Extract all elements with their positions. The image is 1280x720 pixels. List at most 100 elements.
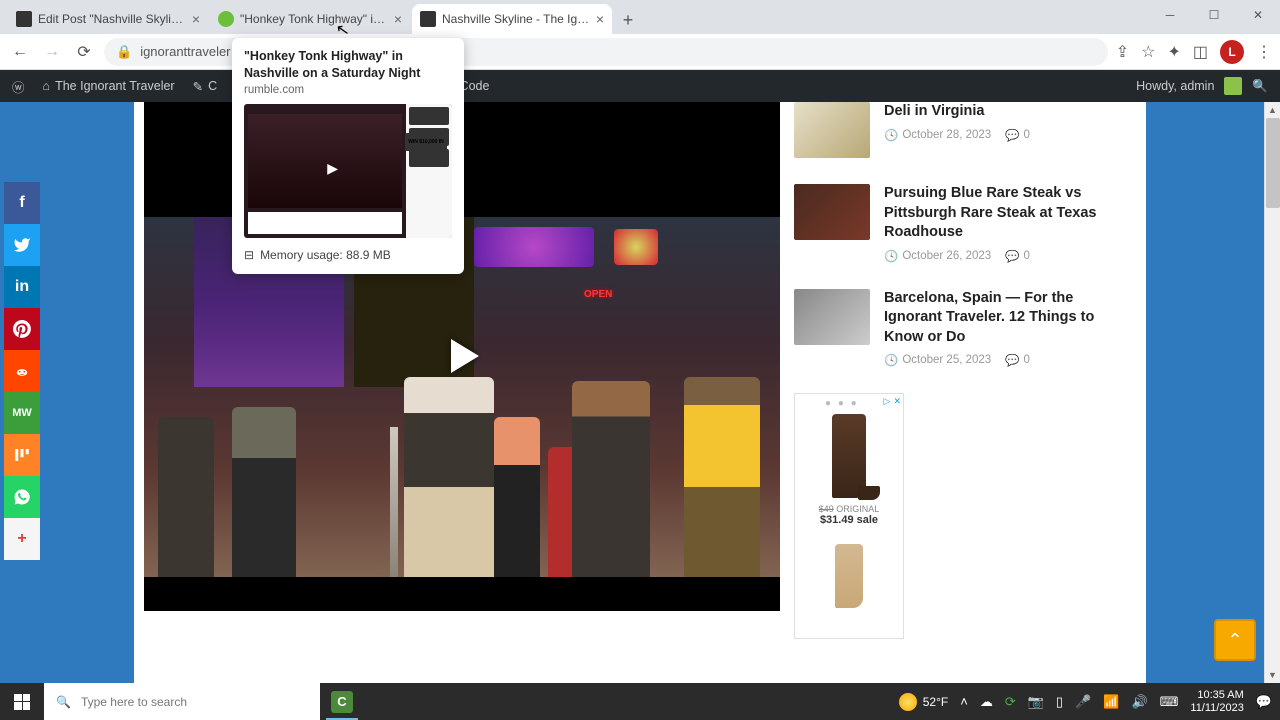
preview-title: "Honkey Tonk Highway" in Nashville on a … (232, 38, 464, 84)
post-title: Barcelona, Spain — For the Ignorant Trav… (884, 289, 1126, 348)
comment-icon: 💬 (1005, 128, 1019, 142)
pinterest-share[interactable] (4, 308, 40, 350)
site-name-link[interactable]: ⌂ The Ignorant Traveler (43, 79, 175, 93)
back-button[interactable]: ← (8, 40, 32, 64)
minimize-button[interactable]: ─ (1148, 0, 1192, 30)
scroll-up-arrow[interactable]: ▲ (1265, 102, 1280, 118)
post-item-0[interactable]: Deli in Virginia 🕓October 28, 2023 💬0 (794, 102, 1126, 158)
wp-admin-bar: ⓦ ⌂ The Ignorant Traveler ✎ C Edit Post … (0, 70, 1280, 102)
browser-tabbar: Edit Post "Nashville Skyline" ‹ Th × "Ho… (0, 0, 1280, 34)
profile-button[interactable]: L (1220, 40, 1244, 64)
reddit-share[interactable] (4, 350, 40, 392)
windows-taskbar: 🔍 Type here to search C 52°F ˄ ☁ ⟳ 📷 ▯ 🎤… (0, 683, 1280, 720)
menu-icon[interactable]: ⋮ (1256, 42, 1272, 62)
clock-icon: 🕓 (884, 353, 898, 367)
wp-logo[interactable]: ⓦ (12, 77, 25, 96)
product-image-2 (835, 544, 863, 608)
scroll-down-arrow[interactable]: ▼ (1265, 667, 1280, 683)
search-icon[interactable]: 🔍 (1252, 79, 1268, 94)
battery-icon[interactable]: ▯ (1056, 694, 1063, 710)
more-share[interactable]: + (4, 518, 40, 560)
tab-title: Nashville Skyline - The Ignorant (442, 12, 590, 26)
extensions-icon[interactable]: ✦ (1167, 42, 1180, 62)
bluetooth-icon[interactable]: ⌨ (1160, 694, 1179, 710)
wifi-icon[interactable]: 📶 (1103, 694, 1119, 710)
avatar[interactable] (1224, 77, 1242, 95)
mewe-share[interactable]: MW (4, 392, 40, 434)
close-icon[interactable]: × (596, 11, 604, 27)
tab-0[interactable]: Edit Post "Nashville Skyline" ‹ Th × (8, 4, 208, 34)
tab-title: Edit Post "Nashville Skyline" ‹ Th (38, 12, 186, 26)
linkedin-share[interactable]: in (4, 266, 40, 308)
taskbar-clock[interactable]: 10:35 AM 11/11/2023 (1190, 689, 1243, 714)
preview-thumbnail: ▶ WIN $10,000 IN (244, 104, 452, 238)
sidebar: Deli in Virginia 🕓October 28, 2023 💬0 Pu… (794, 102, 1146, 683)
scroll-to-top-button[interactable]: ⌃ (1214, 619, 1256, 661)
ad-pager: ● ● ● (825, 398, 859, 409)
bookmark-icon[interactable]: ☆ (1141, 42, 1155, 62)
close-icon[interactable]: × (394, 11, 402, 27)
customize-link[interactable]: ✎ C (193, 79, 218, 94)
post-meta: 🕓October 28, 2023 💬0 (884, 128, 1030, 142)
page-viewport: f in MW + OPEN (0, 102, 1280, 683)
post-thumbnail (794, 102, 870, 158)
window-controls: ─ ☐ ✕ (1148, 0, 1280, 30)
open-sign: OPEN (584, 289, 612, 300)
notifications-icon[interactable]: 💬 (1256, 694, 1272, 710)
tray-chevron-icon[interactable]: ˄ (960, 694, 968, 709)
new-tab-button[interactable]: + (614, 6, 642, 34)
share-icon[interactable]: ⇪ (1116, 42, 1129, 62)
adchoices-icon[interactable]: ▷✕ (884, 396, 901, 407)
product-price: $31.49 sale (820, 514, 878, 526)
home-icon: ⌂ (43, 79, 51, 93)
maximize-button[interactable]: ☐ (1192, 0, 1236, 30)
comment-icon: 💬 (1005, 249, 1019, 263)
tab-2[interactable]: Nashville Skyline - The Ignorant × (412, 4, 612, 34)
clock-icon: 🕓 (884, 128, 898, 142)
close-icon[interactable]: × (192, 11, 200, 27)
taskbar-app-camtasia[interactable]: C (320, 683, 364, 720)
meet-now-icon[interactable]: 📷 (1028, 694, 1044, 710)
mic-icon[interactable]: 🎤 (1075, 694, 1091, 710)
favicon (420, 11, 436, 27)
tab-1[interactable]: "Honkey Tonk Highway" in Nas × (210, 4, 410, 34)
mix-share[interactable] (4, 434, 40, 476)
post-meta: 🕓October 25, 2023 💬0 (884, 353, 1126, 367)
weather-widget[interactable]: 52°F (899, 693, 948, 711)
toolbar-icons: ⇪ ☆ ✦ ◫ L ⋮ (1116, 40, 1272, 64)
memory-icon: ⊟ (244, 248, 254, 262)
sync-icon[interactable]: ⟳ (1005, 694, 1016, 710)
post-meta: 🕓October 26, 2023 💬0 (884, 249, 1126, 263)
play-icon: ▶ (327, 160, 338, 177)
forward-button[interactable]: → (40, 40, 64, 64)
volume-icon[interactable]: 🔊 (1131, 694, 1147, 710)
twitter-share[interactable] (4, 224, 40, 266)
product-image (832, 414, 866, 498)
play-button[interactable] (433, 327, 491, 385)
favicon (16, 11, 32, 27)
clock-icon: 🕓 (884, 249, 898, 263)
post-item-2[interactable]: Barcelona, Spain — For the Ignorant Trav… (794, 289, 1126, 368)
reload-button[interactable]: ⟳ (72, 40, 96, 64)
facebook-share[interactable]: f (4, 182, 40, 224)
search-placeholder: Type here to search (81, 695, 187, 709)
howdy-text[interactable]: Howdy, admin (1136, 79, 1214, 93)
advertisement[interactable]: ● ● ● ▷✕ $49 ORIGINAL $31.49 sale (794, 393, 904, 639)
post-item-1[interactable]: Pursuing Blue Rare Steak vs Pittsburgh R… (794, 184, 1126, 263)
start-button[interactable] (0, 683, 44, 720)
scrollbar-thumb[interactable] (1266, 118, 1280, 208)
ad-prize: WIN $10,000 IN (405, 133, 447, 151)
comment-icon: 💬 (1005, 353, 1019, 367)
close-window-button[interactable]: ✕ (1236, 0, 1280, 30)
social-share-rail: f in MW + (4, 182, 40, 560)
post-title: Deli in Virginia (884, 102, 1030, 122)
taskbar-search[interactable]: 🔍 Type here to search (44, 683, 320, 720)
tab-hover-preview: "Honkey Tonk Highway" in Nashville on a … (232, 38, 464, 274)
whatsapp-share[interactable] (4, 476, 40, 518)
sidepanel-icon[interactable]: ◫ (1193, 42, 1208, 62)
post-thumbnail (794, 289, 870, 345)
preview-memory: ⊟ Memory usage: 88.9 MB (232, 238, 464, 262)
browser-navbar: ← → ⟳ 🔒 ignoranttraveler ⇪ ☆ ✦ ◫ L ⋮ (0, 34, 1280, 70)
page-scrollbar[interactable]: ▲ ▼ (1264, 102, 1280, 683)
onedrive-icon[interactable]: ☁ (980, 694, 993, 710)
